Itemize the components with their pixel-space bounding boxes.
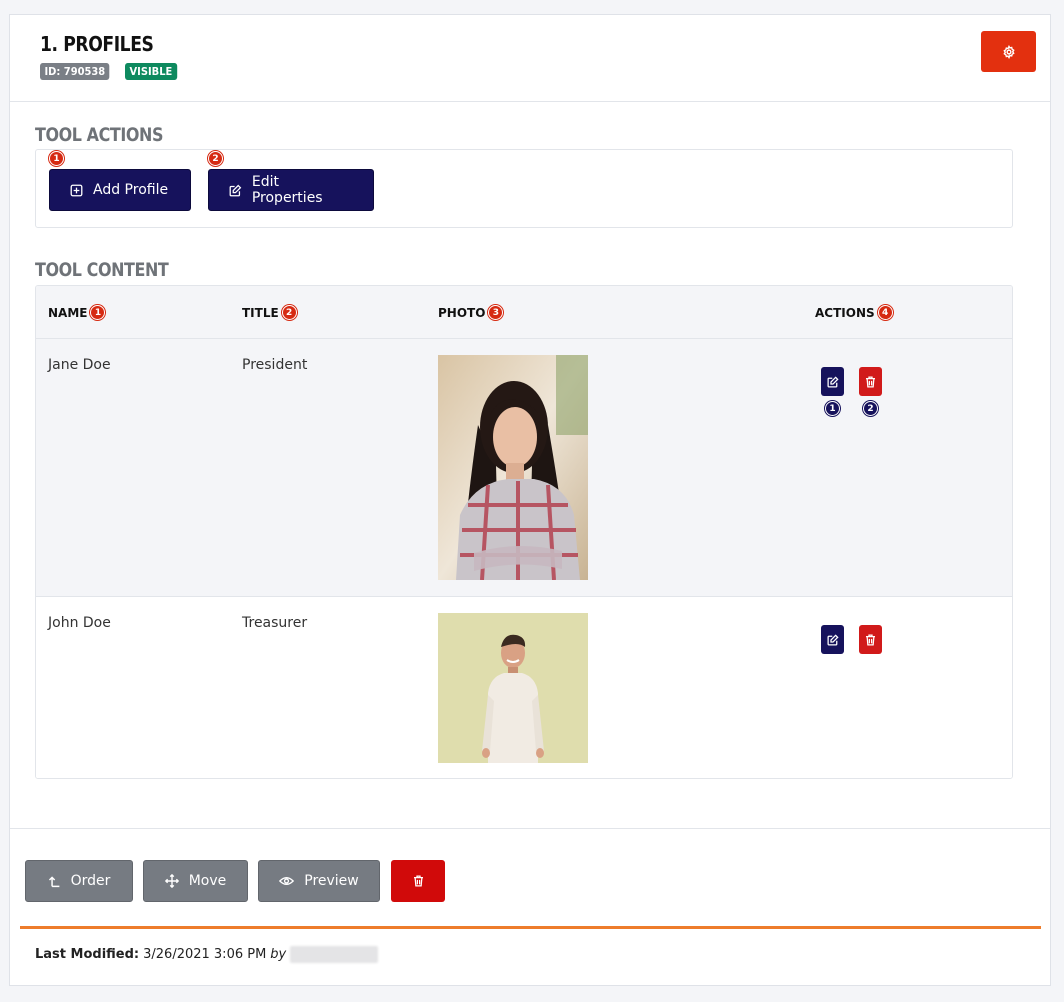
preview-label: Preview (304, 873, 359, 889)
table-row: John Doe Treasurer (36, 597, 1012, 778)
tool-actions-panel: Add Profile 1 Edit Properties 2 (35, 149, 1013, 228)
order-button[interactable]: Order (25, 860, 133, 902)
order-label: Order (70, 873, 111, 889)
column-header-photo[interactable]: PHOTO 3 (438, 305, 504, 320)
badge-group: ID: 790538 VISIBLE (40, 63, 183, 80)
plus-square-icon (70, 184, 83, 196)
order-arrow-icon (48, 875, 59, 887)
row-name: John Doe (48, 615, 111, 631)
add-profile-number-badge: 1 (49, 151, 64, 166)
column-header-actions-label: ACTIONS (815, 305, 875, 320)
trash-icon (413, 875, 423, 887)
column-name-number-badge: 1 (90, 305, 106, 320)
edit-icon (826, 375, 839, 388)
add-profile-label: Add Profile (93, 182, 169, 198)
last-modified: Last Modified: 3/26/2021 3:06 PM by (35, 946, 379, 963)
footer-divider (10, 828, 1050, 829)
edit-properties-button[interactable]: Edit Properties (208, 169, 374, 211)
delete-row-button[interactable] (859, 625, 882, 654)
delete-tool-button[interactable] (391, 860, 445, 902)
column-header-title-label: TITLE (242, 305, 279, 320)
add-profile-button[interactable]: Add Profile (49, 169, 191, 211)
column-photo-number-badge: 3 (488, 305, 504, 320)
trash-icon (866, 375, 875, 388)
column-header-photo-label: PHOTO (438, 305, 486, 320)
last-modified-label: Last Modified: (35, 947, 140, 962)
edit-row-button[interactable] (821, 625, 844, 654)
id-badge: ID: 790538 (40, 63, 110, 80)
edit-properties-number-badge: 2 (208, 151, 223, 166)
tool-actions-heading: TOOL ACTIONS (35, 124, 164, 146)
column-header-name-label: NAME (48, 305, 88, 320)
profile-photo (438, 355, 588, 580)
profiles-table: NAME 1 TITLE 2 PHOTO 3 ACTIONS 4 Jane Do… (35, 285, 1013, 779)
move-label: Move (188, 873, 227, 889)
edit-row-button[interactable] (821, 367, 844, 396)
edit-icon (229, 184, 242, 196)
column-header-title[interactable]: TITLE 2 (242, 305, 297, 320)
preview-button[interactable]: Preview (258, 860, 380, 902)
edit-number-badge: 1 (825, 401, 840, 416)
move-arrows-icon (164, 874, 179, 888)
tool-card: 1. PROFILES ID: 790538 VISIBLE TOOL ACTI… (9, 14, 1051, 986)
edit-properties-label: Edit Properties (251, 174, 323, 206)
by-label: by (270, 947, 287, 962)
row-title: President (242, 357, 308, 373)
edit-icon (826, 633, 839, 646)
move-button[interactable]: Move (143, 860, 248, 902)
gear-icon (1002, 44, 1015, 59)
row-name: Jane Doe (48, 357, 111, 373)
profile-photo (438, 613, 588, 763)
table-row: Jane Doe President 1 2 (36, 339, 1012, 597)
settings-button[interactable] (981, 31, 1036, 72)
column-title-number-badge: 2 (281, 305, 297, 320)
eye-icon (279, 877, 295, 885)
page-title: 1. PROFILES (40, 32, 154, 56)
column-header-name[interactable]: NAME 1 (48, 305, 106, 320)
tool-content-heading: TOOL CONTENT (35, 259, 169, 281)
column-header-actions: ACTIONS 4 (815, 305, 893, 320)
last-modified-value: 3/26/2021 3:06 PM (143, 947, 267, 962)
footer-accent-line (20, 926, 1041, 929)
card-header: 1. PROFILES ID: 790538 VISIBLE (10, 15, 1050, 102)
delete-row-button[interactable] (859, 367, 882, 396)
redacted-username (290, 946, 379, 963)
column-actions-number-badge: 4 (877, 305, 893, 320)
row-title: Treasurer (242, 615, 308, 631)
delete-number-badge: 2 (863, 401, 878, 416)
trash-icon (866, 633, 875, 646)
table-header: NAME 1 TITLE 2 PHOTO 3 ACTIONS 4 (36, 286, 1012, 339)
visible-badge: VISIBLE (125, 63, 178, 80)
